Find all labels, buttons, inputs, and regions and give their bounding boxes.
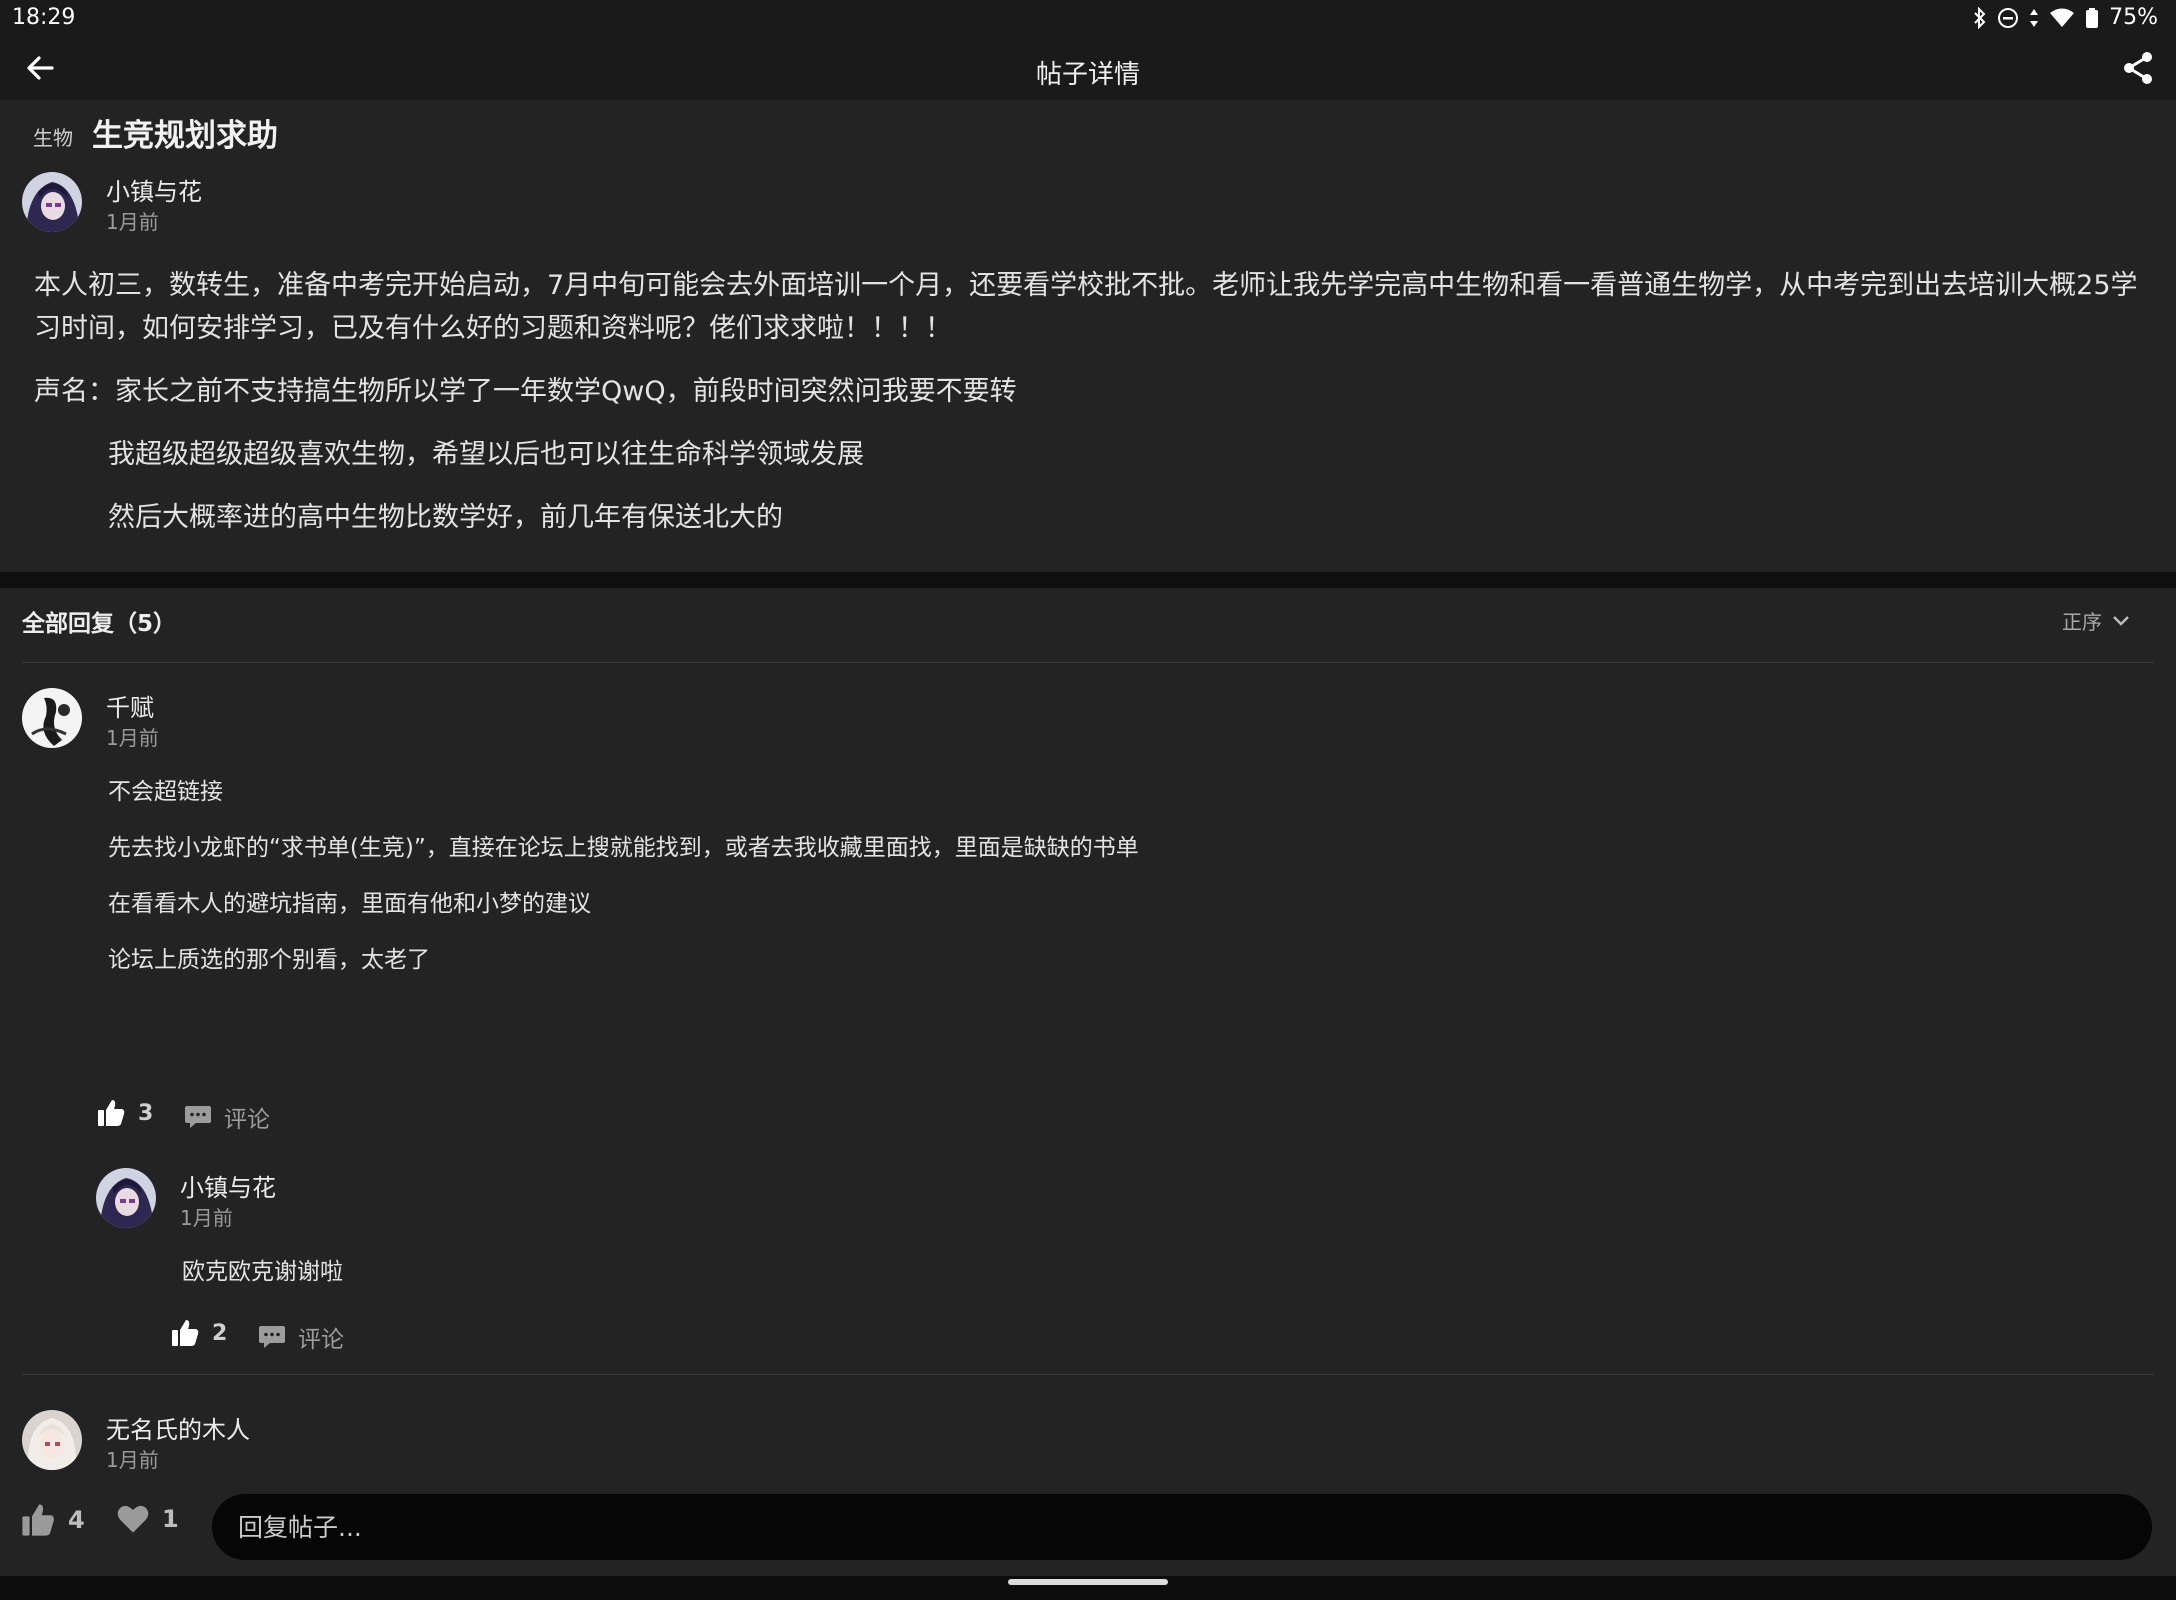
post-favorite-button[interactable]: 1	[116, 1502, 179, 1536]
post-paragraph: 我超级超级超级喜欢生物，希望以后也可以往生命科学领域发展	[108, 439, 864, 470]
avatar[interactable]	[22, 688, 82, 748]
comment-button[interactable]: 评论	[184, 1100, 270, 1134]
comment-bubble-icon	[185, 1106, 211, 1128]
bluetooth-icon	[1974, 6, 1986, 29]
post-paragraph: 然后大概率进的高中生物比数学好，前几年有保送北大的	[108, 502, 783, 533]
replies-count-header: 全部回复（5）	[22, 611, 177, 637]
divider	[22, 662, 2154, 663]
status-time: 18:29	[12, 5, 76, 30]
reply-time: 1月前	[106, 1448, 159, 1472]
post-like-count: 4	[68, 1506, 85, 1534]
post-title: 生竞规划求助	[92, 118, 278, 154]
post-like-button[interactable]: 4	[20, 1502, 85, 1538]
thumbs-up-icon	[22, 1504, 54, 1536]
reply-author-name[interactable]: 无名氏的木人	[106, 1410, 250, 1445]
status-bar: 18:29 75%	[0, 0, 2176, 36]
reply-post-input[interactable]	[212, 1494, 2152, 1560]
avatar[interactable]	[96, 1168, 156, 1228]
thumbs-up-icon	[98, 1100, 125, 1126]
comment-button[interactable]: 评论	[258, 1320, 344, 1354]
sort-dropdown[interactable]: 正序	[2062, 606, 2130, 635]
avatar[interactable]	[22, 1410, 82, 1470]
comment-bubble-icon	[259, 1326, 285, 1348]
reply-author-name[interactable]: 千赋	[106, 688, 154, 723]
chevron-down-icon	[2113, 615, 2129, 626]
battery-icon	[2086, 7, 2099, 28]
bottom-action-bar: 4 1	[0, 1480, 2176, 1576]
battery-percent: 75%	[2109, 5, 2158, 30]
comment-label: 评论	[224, 1107, 270, 1133]
like-count: 3	[138, 1100, 154, 1126]
section-divider	[0, 572, 2176, 588]
thumbs-up-icon	[172, 1320, 199, 1346]
post-category-tag[interactable]: 生物	[33, 122, 73, 151]
post-author-name[interactable]: 小镇与花	[106, 172, 202, 207]
like-button[interactable]: 2	[170, 1318, 227, 1348]
post-content: 本人初三，数转生，准备中考完开始启动，7月中旬可能会去外面培训一个月，还要看学校…	[34, 264, 2144, 539]
do-not-disturb-icon	[1998, 7, 2019, 28]
reply-time: 1月前	[106, 726, 159, 750]
reply-text-line: 论坛上质选的那个别看，太老了	[108, 947, 430, 973]
sub-reply-text: 欧克欧克谢谢啦	[182, 1259, 343, 1285]
share-icon[interactable]	[2120, 50, 2156, 86]
divider	[22, 1374, 2154, 1375]
post-paragraph: 本人初三，数转生，准备中考完开始启动，7月中旬可能会去外面培训一个月，还要看学校…	[34, 270, 2138, 344]
system-nav-bar	[0, 1576, 2176, 1600]
comment-label: 评论	[298, 1327, 344, 1353]
post-paragraph: 声名：家长之前不支持搞生物所以学了一年数学QwQ，前段时间突然问我要不要转	[34, 376, 1017, 407]
wifi-icon	[2050, 8, 2075, 27]
avatar[interactable]	[22, 172, 82, 232]
reply-text-line: 不会超链接	[108, 779, 223, 805]
like-count: 2	[212, 1320, 228, 1346]
post-favorite-count: 1	[162, 1505, 179, 1533]
reply-text-line: 先去找小龙虾的“求书单(生竞)”，直接在论坛上搜就能找到，或者去我收藏里面找，里…	[108, 835, 1139, 861]
like-button[interactable]: 3	[96, 1098, 153, 1128]
app-bar: 帖子详情	[0, 36, 2176, 100]
sub-reply-time: 1月前	[180, 1206, 233, 1230]
sort-label: 正序	[2062, 610, 2102, 634]
data-transfer-icon	[2030, 8, 2039, 27]
page-title: 帖子详情	[1035, 60, 1140, 90]
heart-icon	[117, 1505, 149, 1533]
home-gesture-handle[interactable]	[1008, 1579, 1168, 1585]
reply-text-line: 在看看木人的避坑指南，里面有他和小梦的建议	[108, 891, 591, 917]
sub-reply-author-name[interactable]: 小镇与花	[180, 1168, 276, 1203]
post-time: 1月前	[106, 210, 159, 234]
status-icons: 75%	[1973, 5, 2158, 30]
